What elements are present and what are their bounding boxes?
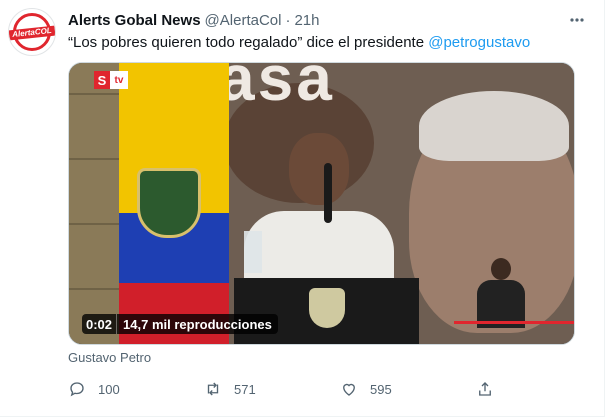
- like-button[interactable]: 595: [340, 378, 392, 400]
- separator-dot: ·: [285, 11, 291, 29]
- interpreter-underline: [454, 321, 574, 324]
- channel-logo-tv: tv: [110, 71, 128, 89]
- like-count: 595: [370, 381, 392, 397]
- retweet-icon: [207, 382, 219, 396]
- channel-logo-s: S: [94, 71, 110, 89]
- reply-icon: [70, 382, 84, 397]
- reply-count: 100: [98, 381, 120, 397]
- video-microphone: [324, 163, 332, 223]
- avatar[interactable]: AlertaCOL: [8, 8, 56, 56]
- video-flag: [119, 63, 229, 344]
- video-views: 14,7 mil reproducciones: [116, 314, 278, 334]
- podium-crest: [309, 288, 345, 328]
- tweet-header: Alerts Gobal News @AlertaCol · 21h: [68, 10, 320, 30]
- tweet[interactable]: AlertaCOL Alerts Gobal News @AlertaCol ·…: [0, 0, 605, 417]
- retweet-count: 571: [234, 381, 256, 397]
- mention-link[interactable]: @petrogustavo: [428, 34, 530, 51]
- retweet-button[interactable]: 571: [204, 378, 256, 400]
- video-poster-hair: [419, 91, 569, 161]
- channel-logo: S tv: [94, 71, 128, 89]
- author-handle[interactable]: @AlertaCol: [205, 12, 282, 29]
- tweet-text: “Los pobres quieren todo regalado” dice …: [68, 33, 530, 53]
- video-glass: [244, 231, 262, 273]
- author-name[interactable]: Alerts Gobal News: [68, 12, 201, 29]
- share-button[interactable]: [476, 378, 494, 400]
- more-dots-icon: [570, 18, 584, 22]
- video-sign-interpreter: [477, 258, 525, 328]
- share-icon: [479, 382, 491, 396]
- video-player[interactable]: asa S tv 0:02 14,7 mil reproducciones: [68, 62, 575, 345]
- tweet-text-body: “Los pobres quieren todo regalado” dice …: [68, 34, 429, 51]
- video-poster-text: asa: [219, 62, 335, 114]
- more-button[interactable]: [563, 6, 591, 34]
- action-bar: 100 571 595: [68, 378, 491, 400]
- interpreter-head: [491, 258, 511, 280]
- flag-crest: [137, 168, 201, 238]
- heart-icon: [343, 383, 355, 396]
- reply-button[interactable]: 100: [68, 378, 120, 400]
- timestamp[interactable]: 21h: [294, 12, 319, 29]
- video-badge: 0:02 14,7 mil reproducciones: [82, 314, 278, 334]
- video-duration: 0:02: [82, 314, 117, 334]
- speaker-head: [289, 133, 349, 205]
- video-caption: Gustavo Petro: [68, 350, 152, 365]
